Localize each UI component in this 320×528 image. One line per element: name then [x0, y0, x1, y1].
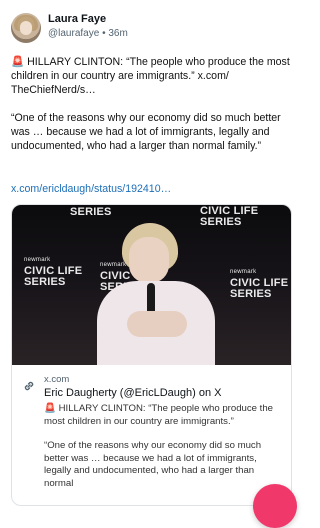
- post-body: 🚨 HILLARY CLINTON: “The people who produ…: [11, 55, 299, 153]
- post-paragraph-2: “One of the reasons why our economy did …: [11, 112, 281, 152]
- post: Laura Faye @laurafaye • 36m 🚨 HILLARY CL…: [0, 0, 303, 528]
- card-description: 🚨 HILLARY CLINTON: “The people who produ…: [44, 403, 284, 490]
- backdrop-logo-1-big: SERIES: [70, 206, 112, 218]
- card-domain: x.com: [44, 374, 70, 385]
- link-icon: [22, 379, 36, 393]
- card-description-1-text: HILLARY CLINTON: “The people who produce…: [44, 403, 274, 427]
- post-paragraph-1-text: HILLARY CLINTON: “The people who produce…: [11, 56, 290, 96]
- speaker-figure: [97, 223, 217, 365]
- alarm-emoji: 🚨: [11, 56, 25, 68]
- card-description-1: 🚨 HILLARY CLINTON: “The people who produ…: [44, 403, 284, 428]
- post-link[interactable]: x.com/ericldaugh/status/192410…: [11, 183, 171, 195]
- backdrop-logo-5-big: CIVIC LIFE SERIES: [230, 277, 289, 300]
- card-image[interactable]: SERIES CIVIC LIFE SERIES newmark CIVIC LI…: [12, 205, 291, 365]
- author-handle[interactable]: @laurafaye: [48, 28, 99, 39]
- post-time[interactable]: 36m: [108, 28, 127, 39]
- card-alarm-emoji: 🚨: [44, 403, 56, 414]
- avatar-face: [20, 21, 32, 35]
- author-avatar[interactable]: [11, 13, 41, 43]
- author-name[interactable]: Laura Faye: [48, 13, 106, 25]
- meta-separator: •: [102, 28, 106, 39]
- card-description-2: “One of the reasons why our economy did …: [44, 440, 262, 489]
- card-title[interactable]: Eric Daugherty (@EricLDaugh) on X: [44, 387, 221, 399]
- speaker-face: [129, 237, 169, 283]
- author-meta: @laurafaye • 36m: [48, 28, 128, 39]
- link-preview-card[interactable]: SERIES CIVIC LIFE SERIES newmark CIVIC LI…: [11, 204, 292, 506]
- compose-fab[interactable]: [253, 484, 297, 528]
- post-paragraph-1: 🚨 HILLARY CLINTON: “The people who produ…: [11, 55, 299, 97]
- backdrop-logo-5: newmark CIVIC LIFE SERIES: [230, 267, 288, 300]
- backdrop-logo-3: newmark CIVIC LIFE SERIES: [24, 255, 82, 288]
- backdrop-logo-3-big: CIVIC LIFE SERIES: [24, 265, 83, 288]
- backdrop-logo-1: SERIES: [70, 207, 112, 218]
- speaker-hands: [127, 311, 187, 337]
